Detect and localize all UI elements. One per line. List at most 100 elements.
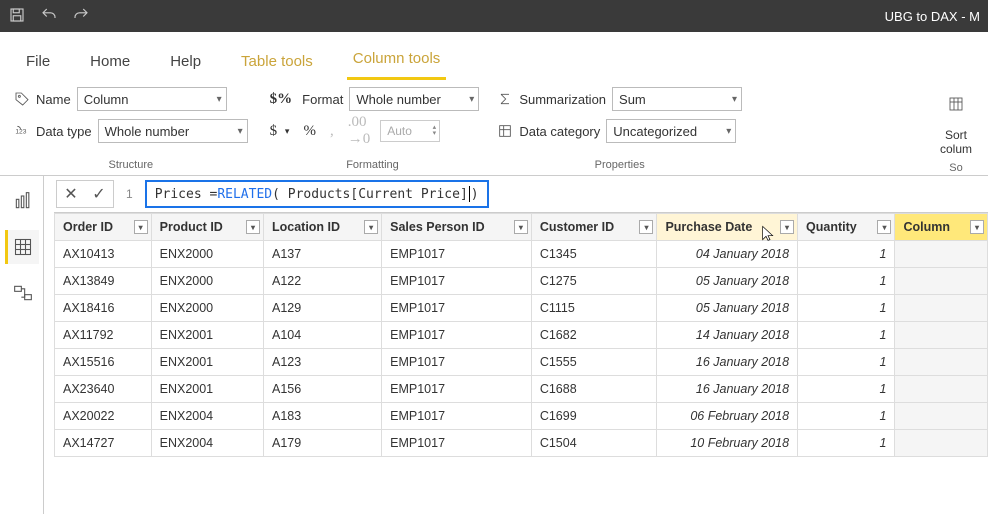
cell[interactable] [895,349,988,376]
table-row[interactable]: AX18416ENX2000A129EMP1017C111505 January… [55,295,988,322]
cell[interactable]: A104 [263,322,381,349]
col-header[interactable]: Purchase Date▾ [657,214,798,241]
cell[interactable]: C1555 [531,349,657,376]
cell[interactable]: EMP1017 [382,295,532,322]
cell[interactable]: ENX2001 [151,376,263,403]
cell[interactable]: EMP1017 [382,376,532,403]
datacategory-combo[interactable]: Uncategorized [606,119,736,143]
col-header[interactable]: Customer ID▾ [531,214,657,241]
cell[interactable] [895,268,988,295]
redo-icon[interactable] [72,6,90,27]
cell[interactable]: 05 January 2018 [657,295,798,322]
cancel-formula-button[interactable]: ✕ [57,184,85,204]
cell[interactable]: 16 January 2018 [657,349,798,376]
cell[interactable]: 1 [798,322,895,349]
format-combo[interactable]: Whole number [349,87,479,111]
nav-report[interactable] [5,184,39,218]
currency-button[interactable]: $ ▾ [266,123,294,140]
cell[interactable]: EMP1017 [382,349,532,376]
summarization-combo[interactable]: Sum [612,87,742,111]
filter-dropdown-icon[interactable]: ▾ [364,220,378,234]
cell[interactable]: 04 January 2018 [657,241,798,268]
filter-dropdown-icon[interactable]: ▾ [246,220,260,234]
cell[interactable]: EMP1017 [382,403,532,430]
cell[interactable]: 1 [798,349,895,376]
save-icon[interactable] [8,6,26,27]
sort-icon[interactable] [938,86,974,122]
cell[interactable]: 06 February 2018 [657,403,798,430]
cell[interactable]: AX10413 [55,241,152,268]
cell[interactable]: ENX2000 [151,241,263,268]
cell[interactable]: AX23640 [55,376,152,403]
filter-dropdown-icon[interactable]: ▾ [134,220,148,234]
filter-dropdown-icon[interactable]: ▾ [780,220,794,234]
cell[interactable]: C1504 [531,430,657,457]
cell[interactable]: ENX2004 [151,403,263,430]
table-row[interactable]: AX10413ENX2000A137EMP1017C134504 January… [55,241,988,268]
cell[interactable]: EMP1017 [382,430,532,457]
cell[interactable]: C1688 [531,376,657,403]
cell[interactable]: ENX2004 [151,430,263,457]
nav-model[interactable] [5,276,39,310]
table-row[interactable]: AX11792ENX2001A104EMP1017C168214 January… [55,322,988,349]
cell[interactable]: AX14727 [55,430,152,457]
col-header[interactable]: Order ID▾ [55,214,152,241]
cell[interactable]: EMP1017 [382,268,532,295]
cell[interactable]: 1 [798,376,895,403]
cell[interactable]: 05 January 2018 [657,268,798,295]
undo-icon[interactable] [40,6,58,27]
cell[interactable]: C1699 [531,403,657,430]
cell[interactable]: C1275 [531,268,657,295]
col-header[interactable]: Quantity▾ [798,214,895,241]
cell[interactable]: A137 [263,241,381,268]
cell[interactable]: AX15516 [55,349,152,376]
cell[interactable]: A156 [263,376,381,403]
cell[interactable]: A183 [263,403,381,430]
table-row[interactable]: AX13849ENX2000A122EMP1017C127505 January… [55,268,988,295]
cell[interactable]: 1 [798,403,895,430]
name-input[interactable]: Column [77,87,227,111]
col-header[interactable]: Column▾ [895,214,988,241]
cell[interactable]: ENX2000 [151,295,263,322]
cell[interactable]: C1115 [531,295,657,322]
cell[interactable]: AX20022 [55,403,152,430]
cell[interactable] [895,403,988,430]
cell[interactable]: ENX2000 [151,268,263,295]
tab-help[interactable]: Help [164,41,207,80]
percent-button[interactable]: % [299,123,320,140]
cell[interactable]: 1 [798,295,895,322]
tab-file[interactable]: File [20,41,56,80]
cell[interactable]: 14 January 2018 [657,322,798,349]
cell[interactable]: A129 [263,295,381,322]
cell[interactable]: 16 January 2018 [657,376,798,403]
decimal-button[interactable]: .00→0 [344,114,375,148]
filter-dropdown-icon[interactable]: ▾ [639,220,653,234]
data-grid[interactable]: Order ID▾Product ID▾Location ID▾Sales Pe… [54,212,988,457]
cell[interactable]: ENX2001 [151,349,263,376]
cell[interactable]: 1 [798,241,895,268]
cell[interactable]: AX11792 [55,322,152,349]
cell[interactable]: AX13849 [55,268,152,295]
table-row[interactable]: AX20022ENX2004A183EMP1017C169906 Februar… [55,403,988,430]
cell[interactable]: A179 [263,430,381,457]
cell[interactable] [895,430,988,457]
tab-home[interactable]: Home [84,41,136,80]
comma-button[interactable]: , [326,123,338,140]
cell[interactable]: 10 February 2018 [657,430,798,457]
cell[interactable]: 1 [798,268,895,295]
table-row[interactable]: AX15516ENX2001A123EMP1017C155516 January… [55,349,988,376]
formula-input[interactable]: Prices = RELATED( Products[Current Price… [145,180,489,208]
tab-columntools[interactable]: Column tools [347,38,447,80]
filter-dropdown-icon[interactable]: ▾ [514,220,528,234]
nav-data[interactable] [5,230,39,264]
cell[interactable] [895,295,988,322]
table-row[interactable]: AX14727ENX2004A179EMP1017C150410 Februar… [55,430,988,457]
cell[interactable]: EMP1017 [382,241,532,268]
col-header[interactable]: Sales Person ID▾ [382,214,532,241]
commit-formula-button[interactable]: ✓ [85,184,113,204]
cell[interactable]: A122 [263,268,381,295]
col-header[interactable]: Product ID▾ [151,214,263,241]
cell[interactable]: 1 [798,430,895,457]
cell[interactable]: A123 [263,349,381,376]
cell[interactable]: EMP1017 [382,322,532,349]
